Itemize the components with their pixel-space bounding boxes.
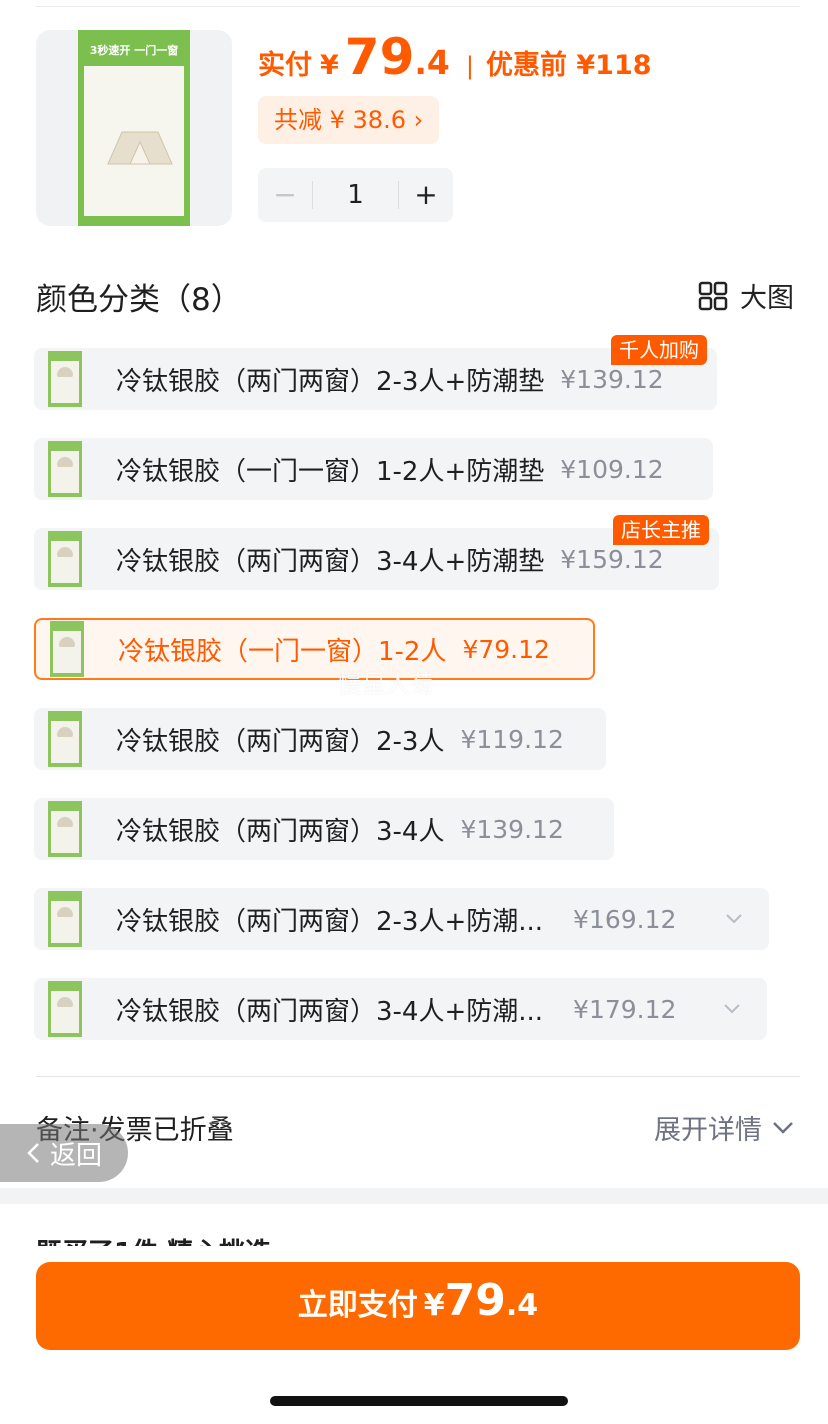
big-image-label: 大图 xyxy=(740,283,794,314)
sku-thumbnail xyxy=(48,891,82,947)
discount-chip[interactable]: 共减 ¥ 38.6 › xyxy=(258,96,440,144)
sku-price: ¥179.12 xyxy=(573,994,677,1024)
sku-price: ¥169.12 xyxy=(573,904,677,934)
sku-badge: 千人加购 xyxy=(611,335,707,365)
pay-label: 立即支付 xyxy=(297,1288,418,1323)
pay-decimal: .4 xyxy=(505,1288,539,1323)
chevron-down-icon[interactable] xyxy=(725,906,743,930)
quantity-value[interactable]: 1 xyxy=(312,181,399,209)
watermark: 慢星人菊 xyxy=(338,670,434,698)
sku-price: ¥139.12 xyxy=(460,814,564,844)
sku-label: 冷钛银胶（两门两窗）3-4人 xyxy=(116,816,445,847)
price-label: 实付 xyxy=(258,50,312,81)
price-integer: 79 xyxy=(344,28,415,86)
sku-price: ¥159.12 xyxy=(560,544,664,574)
sku-thumbnail xyxy=(48,531,82,587)
sku-label: 冷钛银胶（两门两窗）2-3人+防潮垫 xyxy=(116,366,545,397)
original-price: 优惠前 ¥118 xyxy=(485,50,652,81)
sku-price: ¥109.12 xyxy=(560,454,664,484)
chevron-down-icon xyxy=(773,1121,793,1134)
sku-option[interactable]: 冷钛银胶（两门两窗）2-3人 ¥119.12 xyxy=(34,708,606,770)
sku-price: ¥139.12 xyxy=(560,364,664,394)
price-row: 实付 ¥ 79 .4 | 优惠前 ¥118 xyxy=(258,28,652,88)
grid-icon xyxy=(698,281,728,310)
pay-integer: 79 xyxy=(444,1275,506,1326)
sku-badge: 店长主推 xyxy=(613,515,709,545)
sku-option-selected[interactable]: 冷钛银胶（一门一窗）1-2人 ¥79.12 xyxy=(34,618,595,680)
chevron-left-icon xyxy=(27,1143,39,1163)
product-poster: 3秒速开 一门一窗 xyxy=(78,30,190,226)
quantity-stepper: − 1 + xyxy=(258,168,453,222)
big-image-toggle[interactable]: 大图 xyxy=(698,276,794,315)
section-divider xyxy=(36,1076,800,1077)
sku-thumbnail xyxy=(48,351,82,407)
home-indicator xyxy=(270,1396,568,1406)
sku-option[interactable]: 冷钛银胶（两门两窗）3-4人+防潮... ¥179.12 xyxy=(34,978,767,1040)
sku-label: 冷钛银胶（两门两窗）2-3人+防潮... xyxy=(116,906,544,937)
decrease-button[interactable]: − xyxy=(258,168,312,222)
sku-label: 冷钛银胶（两门两窗）3-4人+防潮... xyxy=(116,996,544,1027)
sku-option[interactable]: 冷钛银胶（一门一窗）1-2人+防潮垫 ¥109.12 xyxy=(34,438,713,500)
sku-thumbnail xyxy=(48,981,82,1037)
product-image[interactable]: 3秒速开 一门一窗 xyxy=(36,30,232,226)
price-decimal: .4 xyxy=(414,43,450,82)
sku-label: 冷钛银胶（一门一窗）1-2人 xyxy=(118,636,447,667)
sku-thumbnail xyxy=(48,711,82,767)
sku-label: 冷钛银胶（一门一窗）1-2人+防潮垫 xyxy=(116,456,545,487)
price-currency: ¥ xyxy=(320,50,339,81)
pay-currency: ¥ xyxy=(423,1288,445,1323)
tent-icon xyxy=(107,131,173,165)
back-button[interactable]: 返回 xyxy=(0,1124,128,1182)
section-gap xyxy=(0,1188,828,1204)
expand-label: 展开详情 xyxy=(654,1115,762,1146)
poster-title: 3秒速开 一门一窗 xyxy=(89,44,179,57)
pay-now-button[interactable]: 立即支付 ¥ 79 .4 xyxy=(36,1262,800,1350)
next-section-peek: 既买了1件 精心挑选 xyxy=(36,1232,271,1246)
expand-details-button[interactable]: 展开详情 xyxy=(654,1108,794,1147)
sku-thumbnail xyxy=(48,801,82,857)
price-separator: | xyxy=(465,52,474,80)
increase-button[interactable]: + xyxy=(399,168,453,222)
sku-label: 冷钛银胶（两门两窗）2-3人 xyxy=(116,726,445,757)
section-title: 颜色分类（8） xyxy=(36,282,242,318)
sku-thumbnail xyxy=(50,621,84,677)
sku-option[interactable]: 冷钛银胶（两门两窗）3-4人 ¥139.12 xyxy=(34,798,614,860)
sku-price: ¥79.12 xyxy=(462,634,550,664)
top-divider xyxy=(36,6,800,7)
poster-panel xyxy=(84,66,184,216)
sku-label: 冷钛银胶（两门两窗）3-4人+防潮垫 xyxy=(116,546,545,577)
chevron-down-icon[interactable] xyxy=(723,996,741,1020)
back-label: 返回 xyxy=(49,1140,102,1171)
sku-option[interactable]: 冷钛银胶（两门两窗）2-3人+防潮... ¥169.12 xyxy=(34,888,769,950)
sku-price: ¥119.12 xyxy=(460,724,564,754)
sku-thumbnail xyxy=(48,441,82,497)
